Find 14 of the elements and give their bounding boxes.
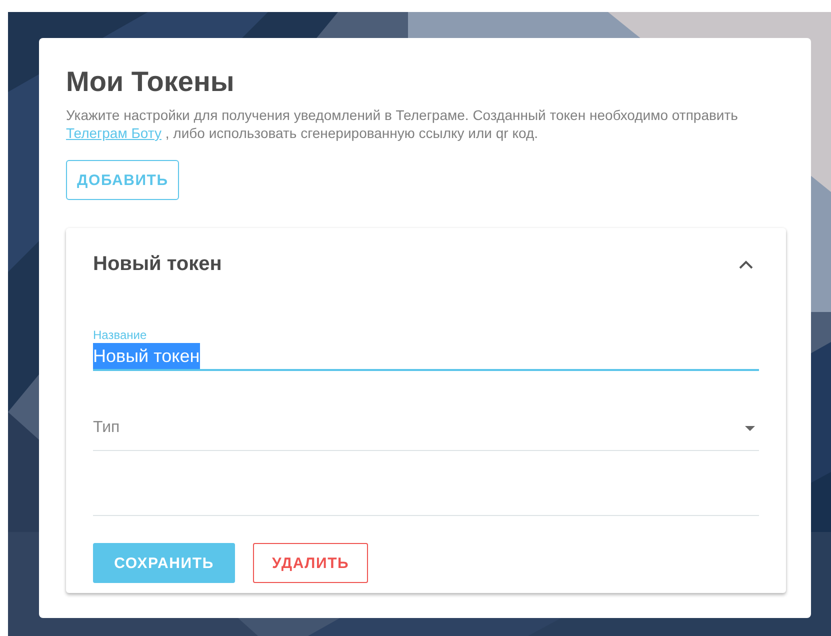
name-field[interactable]: Название Новый токен: [93, 328, 759, 371]
save-button[interactable]: СОХРАНИТЬ: [93, 543, 235, 583]
bot-link[interactable]: Телеграм Боту: [66, 125, 162, 141]
chevron-up-icon[interactable]: [739, 260, 753, 268]
field-label: Тип: [93, 419, 120, 437]
type-dropdown[interactable]: Тип: [93, 410, 759, 451]
delete-button[interactable]: УДАЛИТЬ: [253, 543, 368, 583]
description-text: Укажите настройки для получения уведомлений в Телеграме. Созданный токен необходимо отправить Телеграм Боту , либо использовать сгенерированную ссылку или qr код.: [66, 106, 739, 142]
add-button[interactable]: ДОБАВИТЬ: [66, 160, 180, 200]
page-title: Мои Токены: [66, 65, 236, 99]
token-title: Новый токен: [93, 252, 222, 276]
field-label: Название: [93, 328, 148, 343]
dropdown-arrow-icon: [745, 426, 755, 430]
field-value: Новый токен: [93, 343, 200, 369]
